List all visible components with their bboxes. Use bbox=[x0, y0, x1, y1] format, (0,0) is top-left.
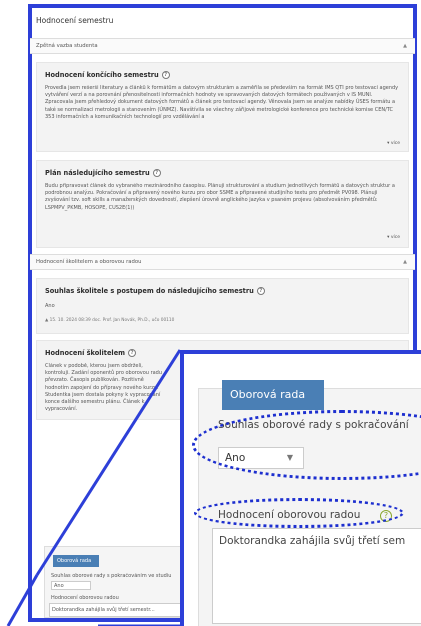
select-value: Ano bbox=[225, 452, 246, 464]
board-evaluation-label: Hodnocení oborovou radou bbox=[218, 509, 361, 521]
board-evaluation-textarea[interactable]: Doktorandka zahájila svůj třetí sem bbox=[212, 528, 421, 624]
board-consent-label: Souhlas oborové rady s pokračování bbox=[218, 419, 409, 431]
board-consent-select[interactable]: Ano ▼ bbox=[218, 447, 304, 469]
help-icon[interactable]: ? bbox=[380, 510, 392, 522]
chevron-down-icon: ▼ bbox=[286, 453, 293, 462]
board-button[interactable]: Oborová rada bbox=[222, 380, 324, 410]
textarea-value: Doktorandka zahájila svůj třetí sem bbox=[219, 535, 406, 547]
page: Hodnocení semestru Zpětná vazba studenta… bbox=[0, 0, 421, 626]
zoom-inset: Oborová rada Souhlas oborové rady s pokr… bbox=[180, 350, 421, 626]
